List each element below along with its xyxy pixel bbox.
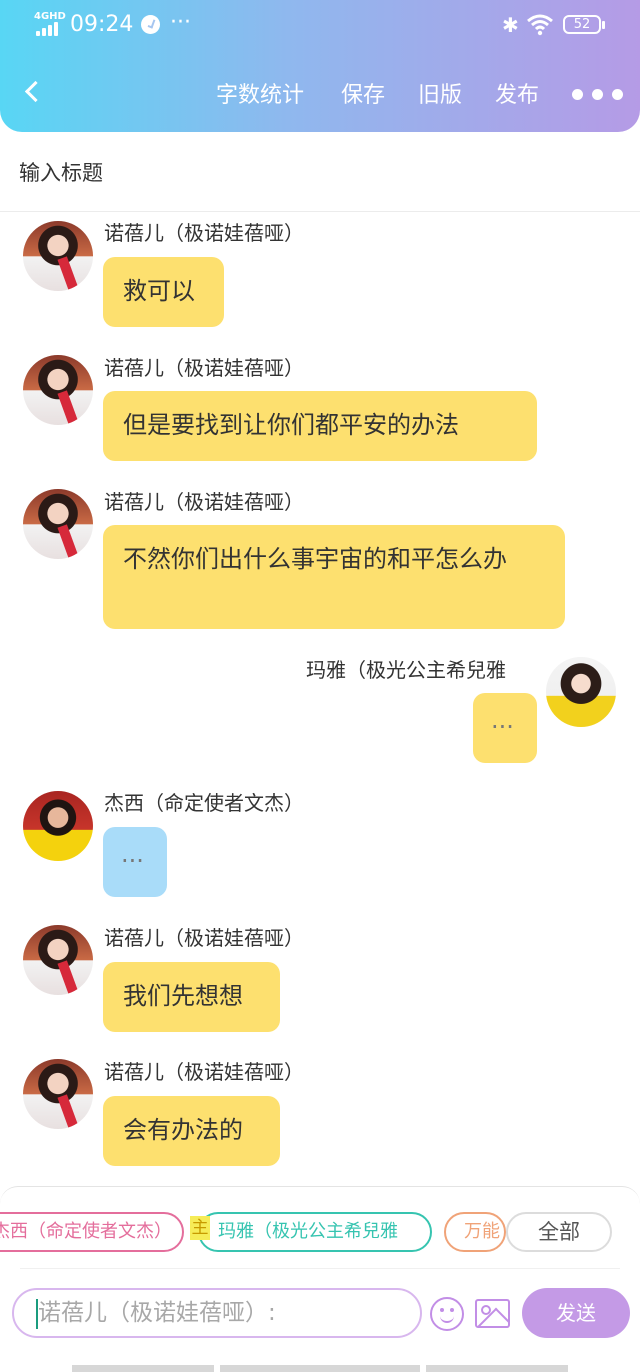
message-bubble[interactable]: 会有办法的	[103, 1096, 280, 1166]
message-text: 救可以	[123, 277, 195, 305]
speaker-name: 诺蓓儿（极诺娃蓓哑）	[104, 926, 304, 950]
nav-bar-segment	[426, 1365, 568, 1372]
message-text: ···	[121, 847, 144, 875]
word-count-button[interactable]: 字数统计	[216, 80, 304, 112]
back-arrow-icon[interactable]	[22, 80, 44, 102]
message-bubble[interactable]: ···	[473, 693, 537, 763]
avatar-nuobeier[interactable]	[23, 355, 93, 425]
text-caret	[36, 1299, 38, 1329]
send-button[interactable]: 发送	[522, 1288, 630, 1338]
avatar-maya[interactable]	[546, 657, 616, 727]
top-header: 4GHD 09:24 ··· ✱ 52 字数统计 保存 旧版 发布	[0, 0, 640, 132]
battery-icon: 52	[563, 15, 605, 34]
avatar-nuobeier[interactable]	[23, 1059, 93, 1129]
message-text: 会有办法的	[123, 1116, 243, 1144]
notification-icon	[141, 15, 160, 34]
speaker-name: 杰西（命定使者文杰）	[104, 791, 304, 815]
message-bubble[interactable]: 救可以	[103, 257, 224, 327]
speaker-name: 诺蓓儿（极诺娃蓓哑）	[104, 221, 304, 245]
publish-button[interactable]: 发布	[495, 80, 539, 112]
more-notifications: ···	[170, 10, 191, 35]
message-text: ···	[491, 713, 514, 741]
nav-bar-segment	[220, 1365, 420, 1372]
status-bar: 4GHD 09:24 ··· ✱ 52	[0, 0, 640, 52]
speaker-name: 玛雅（极光公主希兒雅	[306, 658, 506, 682]
role-chip-wanneng[interactable]: 万能	[444, 1212, 506, 1252]
nav-bar-segment	[72, 1365, 214, 1372]
speaker-name: 诺蓓儿（极诺娃蓓哑）	[104, 490, 304, 514]
avatar-nuobeier[interactable]	[23, 925, 93, 995]
message-bubble[interactable]: ···	[103, 827, 167, 897]
message-text: 但是要找到让你们都平安的办法	[123, 411, 459, 439]
network-type: 4GHD	[34, 11, 66, 22]
message-input-placeholder: 诺蓓儿（极诺娃蓓哑）:	[38, 1300, 276, 1326]
bluetooth-icon: ✱	[502, 13, 519, 37]
speaker-name: 诺蓓儿（极诺娃蓓哑）	[104, 356, 304, 380]
speaker-name: 诺蓓儿（极诺娃蓓哑）	[104, 1060, 304, 1084]
message-text: 不然你们出什么事宇宙的和平怎么办	[123, 545, 507, 573]
all-roles-button[interactable]: 全部	[506, 1212, 612, 1252]
clock-time: 09:24	[70, 12, 134, 37]
role-chip-jiexi[interactable]: 杰西（命定使者文杰）	[0, 1212, 184, 1252]
avatar-nuobeier[interactable]	[23, 221, 93, 291]
emoji-icon[interactable]	[430, 1297, 464, 1331]
signal-icon	[36, 22, 62, 36]
message-bubble[interactable]: 我们先想想	[103, 962, 280, 1032]
divider	[20, 1268, 620, 1269]
role-chip-maya[interactable]: 玛雅（极光公主希兒雅	[198, 1212, 432, 1252]
avatar-nuobeier[interactable]	[23, 489, 93, 559]
old-version-button[interactable]: 旧版	[418, 80, 462, 112]
title-input[interactable]: 输入标题	[19, 158, 103, 188]
message-text: 我们先想想	[123, 982, 243, 1010]
wifi-icon	[527, 14, 553, 36]
image-icon[interactable]	[475, 1299, 510, 1328]
main-role-tag: 主	[190, 1216, 210, 1240]
more-options-icon[interactable]	[572, 89, 624, 101]
save-button[interactable]: 保存	[341, 80, 385, 112]
message-bubble[interactable]: 不然你们出什么事宇宙的和平怎么办	[103, 525, 565, 629]
message-bubble[interactable]: 但是要找到让你们都平安的办法	[103, 391, 537, 461]
avatar-jiexi[interactable]	[23, 791, 93, 861]
